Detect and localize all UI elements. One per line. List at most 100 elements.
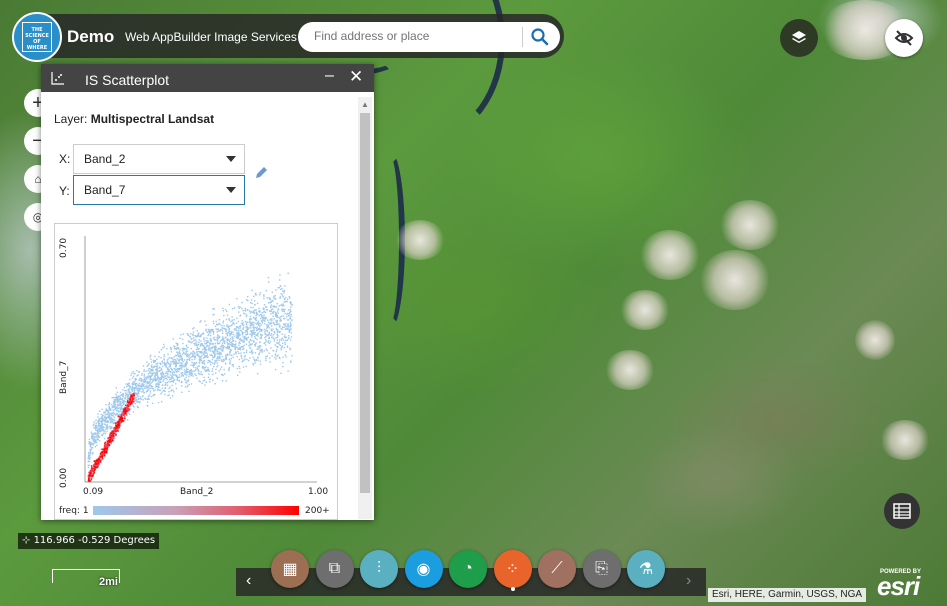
- scatter-point: [105, 452, 108, 454]
- scroll-up-icon[interactable]: ▲: [361, 100, 369, 109]
- scatter-point: [186, 333, 189, 335]
- scatter-point: [228, 318, 230, 320]
- scroll-thumb[interactable]: [360, 113, 370, 493]
- scatter-point: [163, 363, 166, 365]
- scatterplot-widget: IS Scatterplot – ✕ ▲ Layer: Multispectra…: [41, 64, 374, 520]
- visibility-toggle-button[interactable]: [885, 19, 923, 57]
- scatter-point: [263, 328, 266, 331]
- scatter-point: [101, 426, 103, 428]
- scatter-point: [284, 341, 286, 344]
- scatterplot-button[interactable]: ⁘: [493, 550, 532, 588]
- scatter-point: [231, 354, 233, 357]
- scatter-point: [192, 337, 195, 339]
- scatter-point: [165, 372, 167, 375]
- toolbar-next-button[interactable]: ›: [686, 572, 691, 590]
- scatter-point: [246, 358, 248, 361]
- scatter-point: [241, 357, 243, 360]
- scatter-point: [167, 353, 169, 355]
- scatter-point: [121, 404, 124, 407]
- scatter-point: [253, 316, 255, 319]
- scatter-point: [272, 300, 274, 302]
- scatter-point: [200, 350, 203, 353]
- scatter-point: [257, 335, 259, 337]
- scatter-point: [263, 314, 265, 316]
- scatter-point: [195, 363, 197, 365]
- scatter-point: [119, 395, 121, 397]
- search-input[interactable]: [314, 29, 514, 43]
- scatter-point: [204, 379, 206, 381]
- scatter-point: [282, 361, 284, 364]
- scatter-point: [280, 338, 283, 341]
- image-tool-2-button[interactable]: ⧉: [315, 550, 354, 588]
- scatter-point: [152, 371, 154, 374]
- image-tool-9-button[interactable]: ⚗: [627, 550, 665, 588]
- esri-logo[interactable]: esri: [877, 571, 920, 602]
- scrollbar[interactable]: ▲: [358, 97, 372, 519]
- scatter-point: [260, 333, 262, 336]
- scatter-point: [244, 335, 246, 338]
- scatter-point: [236, 297, 238, 300]
- scatter-point: [97, 422, 100, 425]
- scatter-point: [190, 364, 192, 366]
- scatter-point: [275, 320, 277, 322]
- image-tool-8-button[interactable]: ⎘: [582, 550, 621, 588]
- scatter-point: [256, 313, 258, 316]
- layers-button[interactable]: [780, 19, 818, 57]
- scatter-point: [222, 339, 224, 341]
- scatter-point: [258, 315, 260, 317]
- image-tool-1-button[interactable]: ▦: [271, 550, 309, 588]
- scatter-point: [275, 313, 278, 316]
- cloud: [620, 290, 670, 330]
- minimize-button[interactable]: –: [325, 67, 334, 85]
- scatter-point: [223, 368, 225, 371]
- scatter-point: [123, 415, 126, 418]
- scatter-point: [139, 398, 142, 400]
- scatterplot-chart[interactable]: 0.70 0.00 Band_7 0.09 Band_2 1.00 freq: …: [54, 223, 338, 520]
- app-logo[interactable]: THE SCIENCE OF WHERE: [12, 12, 62, 62]
- scatter-point: [115, 406, 118, 408]
- scatter-point: [186, 382, 188, 384]
- scatter-point: [271, 291, 273, 293]
- scatter-point: [249, 357, 251, 359]
- attribute-table-button[interactable]: [884, 493, 920, 529]
- image-tool-3-button[interactable]: ⫶: [360, 550, 398, 588]
- toolbar-prev-button[interactable]: ‹: [246, 572, 251, 590]
- scatter-point: [287, 325, 289, 327]
- scatter-point: [225, 362, 227, 365]
- scatter-point: [225, 346, 227, 349]
- scatter-point: [210, 330, 212, 332]
- scatter-point: [157, 386, 160, 388]
- scatter-point: [267, 276, 270, 279]
- image-tool-5-button[interactable]: ◔: [449, 550, 487, 588]
- scatter-point: [178, 352, 180, 354]
- scatter-point: [146, 390, 148, 392]
- scatter-point: [221, 326, 224, 329]
- scatter-point: [231, 336, 233, 338]
- y-band-select[interactable]: Band_7: [73, 175, 245, 205]
- image-tool-4-button[interactable]: ◉: [404, 550, 443, 588]
- scatter-point: [174, 347, 177, 350]
- scatter-point: [253, 295, 255, 298]
- scatter-point: [264, 344, 267, 346]
- scatter-point: [115, 433, 117, 435]
- y-band-value: Band_7: [84, 183, 126, 197]
- scatter-point: [223, 327, 225, 330]
- scatter-point: [97, 413, 99, 415]
- scatter-point: [255, 309, 257, 311]
- scatter-point: [112, 415, 114, 417]
- widget-header[interactable]: IS Scatterplot – ✕: [41, 64, 374, 92]
- scatter-point: [94, 440, 97, 443]
- scatter-point: [231, 344, 233, 346]
- scatter-point: [229, 363, 231, 365]
- scatter-point: [107, 428, 109, 430]
- close-button[interactable]: ✕: [349, 67, 363, 87]
- search-icon[interactable]: [530, 27, 550, 47]
- pencil-icon[interactable]: [253, 165, 269, 181]
- scatter-point: [193, 366, 195, 368]
- scatter-point: [152, 387, 154, 390]
- x-band-select[interactable]: Band_2: [73, 144, 245, 174]
- scatter-point: [233, 307, 236, 309]
- scatter-point: [104, 417, 106, 419]
- scatter-point: [238, 327, 240, 330]
- image-tool-7-button[interactable]: ⟋: [538, 550, 576, 588]
